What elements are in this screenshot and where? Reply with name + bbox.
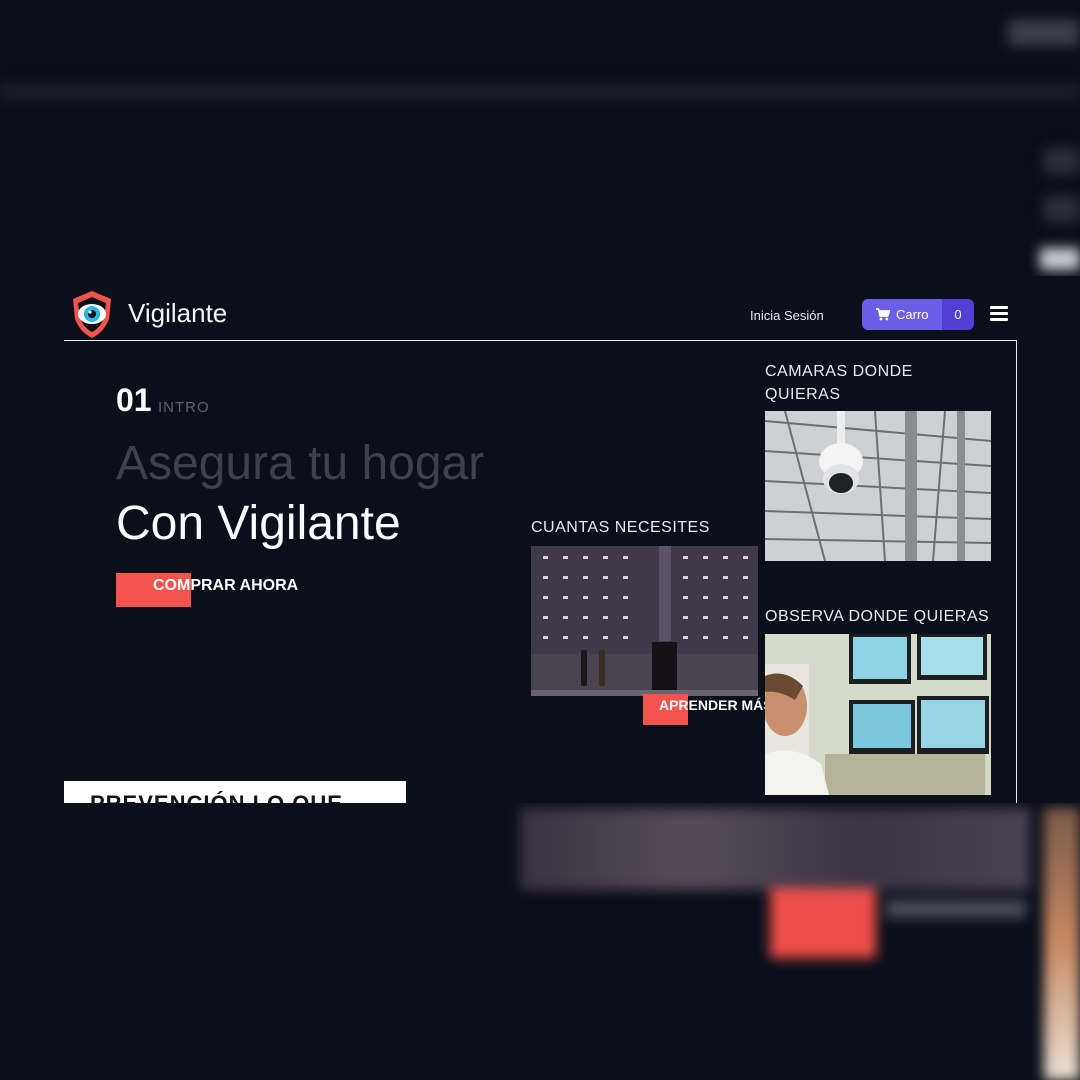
frame-right-rule [1016, 340, 1017, 803]
gallery-caption-quantity: CUANTAS NECESITES [531, 519, 710, 536]
monitoring-room-photo[interactable] [765, 634, 991, 795]
background-divider [0, 84, 1080, 98]
section-label: INTRO [158, 399, 210, 416]
cart-label-area[interactable]: Carro [862, 299, 942, 330]
website-frame: Vigilante Inicia Sesión Carro 0 01 INTRO… [0, 276, 1080, 803]
hamburger-menu-icon[interactable] [990, 306, 1008, 322]
hero-headline: Con Vigilante [116, 497, 401, 550]
gallery-caption-cameras: CAMARAS DONDE QUIERAS [765, 363, 913, 403]
buy-button-label: COMPRAR AHORA [153, 577, 299, 594]
background-text-block [886, 900, 1026, 918]
cart-label: Carro [896, 307, 929, 322]
learn-button-label: APRENDER MÁS [659, 697, 773, 713]
camera-wall-photo[interactable] [531, 546, 758, 696]
background-text-block [1040, 248, 1080, 270]
eye-shield-icon[interactable] [66, 288, 118, 340]
gallery-caption-observe: OBSERVA DONDE QUIERAS [765, 608, 990, 625]
cart-button[interactable]: Carro 0 [862, 299, 974, 330]
background-text-block [1044, 148, 1080, 174]
hero-headline-faded: Asegura tu hogar [116, 437, 485, 490]
ceiling-camera-photo[interactable] [765, 411, 991, 561]
background-image [1044, 808, 1080, 1080]
login-link[interactable]: Inicia Sesión [750, 308, 824, 323]
brand-name[interactable]: Vigilante [128, 298, 227, 329]
background-button [770, 888, 876, 958]
background-text-block [1044, 196, 1080, 222]
cart-count-badge: 0 [942, 299, 974, 330]
background-text-block [1008, 20, 1080, 46]
background-image [520, 808, 1030, 890]
shopping-cart-icon [876, 308, 890, 321]
prevention-section-title: PREVENCIÓN LO QUE [90, 791, 343, 803]
frame-top-rule [64, 340, 1017, 341]
prevention-section-card: PREVENCIÓN LO QUE [64, 781, 406, 803]
section-number: 01 [116, 382, 152, 418]
